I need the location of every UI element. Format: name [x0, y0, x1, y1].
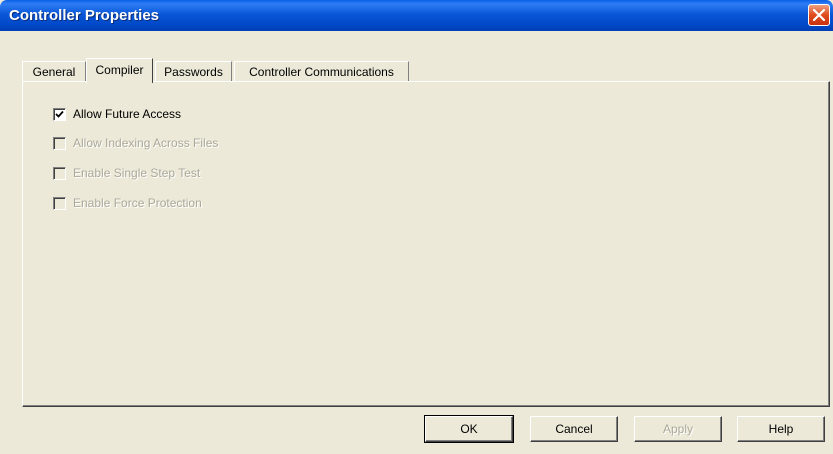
tab-label: Compiler [95, 63, 144, 77]
tab-label: Passwords [164, 65, 223, 79]
checkbox-label: Allow Future Access [73, 107, 182, 121]
cancel-button[interactable]: Cancel [530, 416, 618, 442]
checkbox-label: Enable Single Step Test [73, 166, 201, 180]
allow-future-access-checkbox[interactable]: Allow Future Access [53, 106, 181, 122]
tab-general[interactable]: General [22, 61, 86, 81]
tab-label: Controller Communications [249, 65, 394, 79]
checkbox-label: Enable Force Protection [73, 196, 202, 210]
tab-controller-communications[interactable]: Controller Communications [234, 61, 409, 81]
checkbox-label: Allow Indexing Across Files [73, 136, 219, 150]
enable-single-step-test-checkbox: Enable Single Step Test [53, 165, 200, 181]
checkmark-icon [55, 110, 64, 118]
tab-compiler[interactable]: Compiler [86, 58, 153, 83]
apply-button: Apply [634, 416, 722, 442]
ok-button[interactable]: OK [424, 415, 514, 443]
controller-properties-dialog: Controller Properties General Compiler P… [0, 0, 833, 454]
allow-indexing-across-files-checkbox: Allow Indexing Across Files [53, 135, 218, 151]
enable-force-protection-checkbox: Enable Force Protection [53, 195, 202, 211]
close-icon [813, 9, 825, 21]
window-title: Controller Properties [9, 7, 160, 24]
checkbox-box [53, 166, 66, 180]
tab-passwords[interactable]: Passwords [155, 61, 232, 81]
compiler-tab-panel: Allow Future Access Allow Indexing Acros… [22, 81, 830, 407]
title-bar[interactable]: Controller Properties [0, 0, 833, 31]
tab-label: General [32, 65, 76, 79]
close-button[interactable] [808, 4, 830, 26]
checkbox-box[interactable] [53, 107, 66, 121]
checkbox-box [53, 136, 66, 150]
checkbox-box [53, 196, 66, 210]
help-button[interactable]: Help [737, 416, 825, 442]
